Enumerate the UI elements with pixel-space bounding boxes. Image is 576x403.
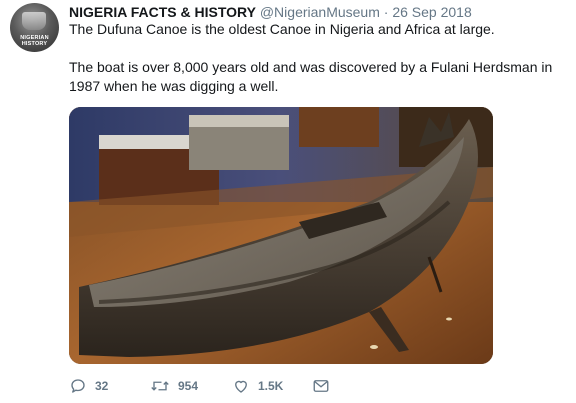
tweet-text-paragraph-2: The boat is over 8,000 years old and was… xyxy=(69,59,553,94)
account-name[interactable]: NIGERIA FACTS & HISTORY xyxy=(69,4,256,20)
direct-message-button[interactable] xyxy=(312,376,330,396)
retweet-icon xyxy=(151,381,169,391)
canoe-photo-illustration xyxy=(69,107,493,364)
heart-icon xyxy=(235,380,247,393)
avatar-logo-text: NIGERIAN HISTORY xyxy=(20,35,49,47)
like-button[interactable]: 1.5K xyxy=(232,376,283,396)
tweet-photo[interactable] xyxy=(69,107,493,364)
account-handle[interactable]: @NigerianMuseum xyxy=(260,4,380,20)
tweet-text-paragraph-1: The Dufuna Canoe is the oldest Canoe in … xyxy=(69,21,495,37)
retweet-count: 954 xyxy=(178,379,199,393)
tweet-date[interactable]: 26 Sep 2018 xyxy=(392,4,471,20)
separator-dot: · xyxy=(383,4,389,20)
reply-icon xyxy=(71,379,85,393)
avatar-logo-mark xyxy=(22,12,46,30)
avatar[interactable]: NIGERIAN HISTORY xyxy=(10,3,59,52)
envelope-icon xyxy=(313,380,329,392)
tweet-header: NIGERIA FACTS & HISTORY @NigerianMuseum … xyxy=(69,3,472,21)
tweet-text: The Dufuna Canoe is the oldest Canoe in … xyxy=(69,20,559,96)
retweet-button[interactable]: 954 xyxy=(150,376,198,396)
reply-count: 32 xyxy=(95,379,109,393)
like-count: 1.5K xyxy=(258,379,284,393)
reply-button[interactable]: 32 xyxy=(69,376,108,396)
